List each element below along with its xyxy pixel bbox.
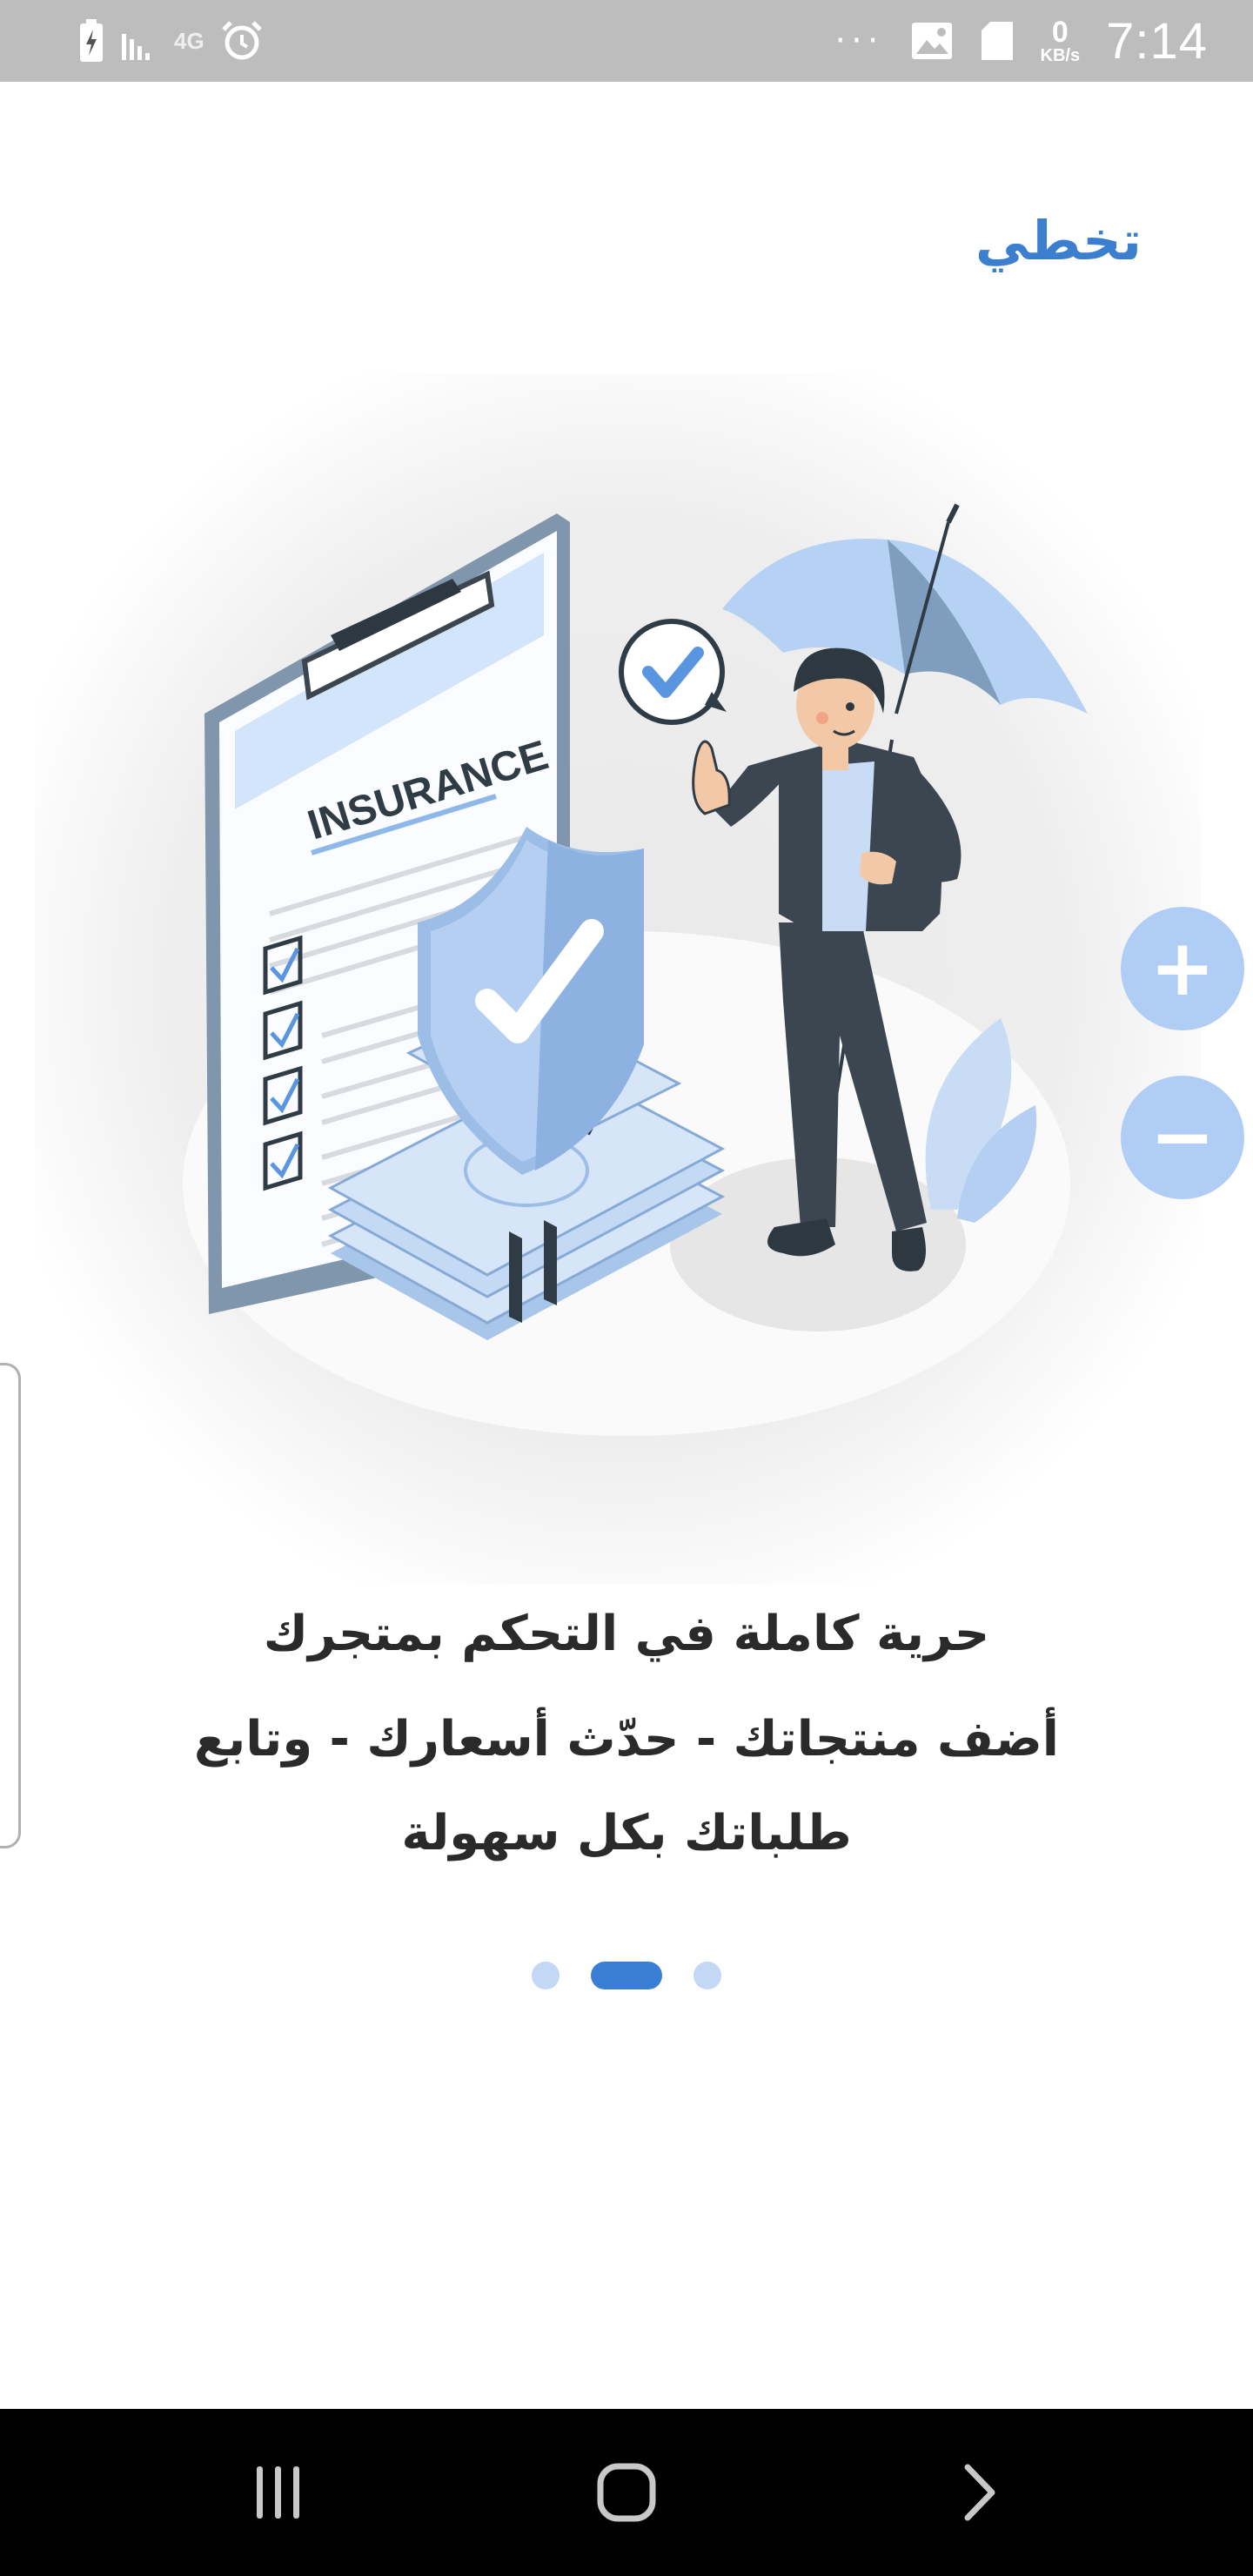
onboarding-title: حرية كاملة في التحكم بمتجرك (263, 1606, 990, 1662)
gallery-icon (911, 23, 952, 59)
status-time: 7:14 (1106, 12, 1208, 70)
chevron-right-icon (964, 2464, 995, 2521)
home-icon (597, 2463, 656, 2522)
network-speed: 0 KB/s (1041, 17, 1081, 64)
status-left-icons: 4G (78, 16, 264, 66)
network-speed-value: 0 (1051, 16, 1069, 49)
alarm-icon (221, 21, 262, 60)
battery-charging-icon (80, 19, 103, 62)
onboarding-description: أضف منتجاتك - حدّث أسعارك - وتابع طلباتك… (194, 1711, 1059, 1862)
sd-card-icon (981, 22, 1013, 60)
skip-button[interactable]: تخطي (975, 209, 1142, 272)
home-button[interactable] (539, 2409, 714, 2576)
zoom-out-button[interactable]: − (1121, 1076, 1244, 1199)
insurance-illustration: INSURANCE (35, 374, 1201, 1584)
page-dot[interactable] (694, 1962, 721, 1989)
back-button[interactable] (893, 2409, 1067, 2576)
overflow-dots: ··· (834, 21, 884, 61)
onboarding-illustration: INSURANCE (35, 374, 1201, 1584)
plus-icon: + (1149, 922, 1216, 1014)
network-type-label: 4G (174, 27, 204, 54)
recent-apps-button[interactable] (191, 2409, 365, 2576)
signal-icon (122, 34, 150, 60)
zoom-in-button[interactable]: + (1121, 907, 1244, 1030)
check-speech-bubble (619, 619, 727, 725)
recent-apps-icon (257, 2466, 299, 2519)
page-dot-active[interactable] (591, 1962, 662, 1989)
status-bar: 4G ··· 0 KB/s 7:14 (0, 0, 1253, 82)
navigation-bar (0, 2409, 1253, 2576)
network-speed-unit: KB/s (1040, 46, 1081, 65)
page-dot[interactable] (532, 1962, 559, 1989)
status-right-icons: ··· 0 KB/s 7:14 (834, 7, 1208, 75)
page-indicator (0, 1962, 1253, 1989)
minus-icon: − (1149, 1091, 1216, 1183)
